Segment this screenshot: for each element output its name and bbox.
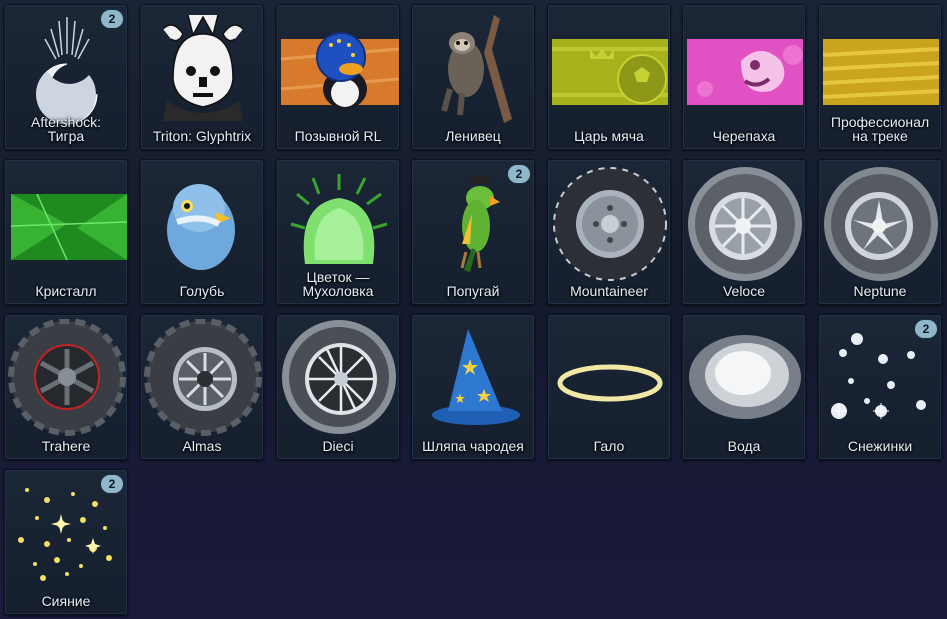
flytrap-topper-icon bbox=[279, 164, 399, 282]
item-name: Гало bbox=[593, 438, 625, 454]
wheel-dieci-icon bbox=[279, 319, 399, 437]
item-tile-rl-callsign[interactable]: Позывной RL bbox=[276, 4, 400, 150]
item-name: Цветок — Мухоловка bbox=[302, 269, 374, 299]
wheel-veloce-icon bbox=[685, 164, 805, 282]
wheel-trahere-icon bbox=[7, 319, 127, 437]
item-tile-water[interactable]: Вода bbox=[682, 314, 806, 460]
item-name: Вода bbox=[727, 438, 761, 454]
item-name: Голубь bbox=[179, 283, 225, 299]
item-name: Профессионал на треке bbox=[830, 114, 930, 144]
sloth-topper-icon bbox=[414, 9, 534, 127]
item-tile-halo[interactable]: Гало bbox=[547, 314, 671, 460]
item-tile-triton-glyphtrix[interactable]: Triton: Glyphtrix bbox=[140, 4, 264, 150]
track-pro-banner-icon bbox=[821, 9, 941, 127]
quantity-badge: 2 bbox=[508, 165, 530, 183]
wheel-almas-icon bbox=[143, 319, 263, 437]
wheel-mountaineer-icon bbox=[550, 164, 670, 282]
item-name: Dieci bbox=[322, 438, 354, 454]
item-tile-aftershock[interactable]: 2 Aftershock: Тигра bbox=[4, 4, 128, 150]
item-tile-pigeon[interactable]: Голубь bbox=[140, 159, 264, 305]
halo-icon bbox=[550, 319, 670, 437]
item-tile-almas[interactable]: Almas bbox=[140, 314, 264, 460]
item-name: Сияние bbox=[41, 593, 91, 609]
item-name: Попугай bbox=[446, 283, 500, 299]
item-name: Almas bbox=[182, 438, 222, 454]
turtle-banner-icon bbox=[685, 9, 805, 127]
item-tile-dieci[interactable]: Dieci bbox=[276, 314, 400, 460]
item-name: Шляпа чародея bbox=[422, 438, 524, 454]
item-name: Triton: Glyphtrix bbox=[152, 128, 252, 144]
item-name: Кристалл bbox=[35, 283, 97, 299]
item-name: Ленивец bbox=[445, 128, 501, 144]
item-name: Veloce bbox=[722, 283, 766, 299]
item-tile-parrot[interactable]: 2 Попугай bbox=[411, 159, 535, 305]
pigeon-topper-icon bbox=[143, 164, 263, 282]
inventory-grid: 2 Aftershock: Тигра Triton: Glyphtrix По… bbox=[0, 0, 947, 619]
wheel-neptune-icon bbox=[821, 164, 941, 282]
item-tile-flytrap[interactable]: Цветок — Мухоловка bbox=[276, 159, 400, 305]
item-tile-snowflakes[interactable]: 2 Снежинки bbox=[818, 314, 942, 460]
water-boost-icon bbox=[685, 319, 805, 437]
item-tile-ball-king[interactable]: Царь мяча bbox=[547, 4, 671, 150]
item-tile-trahere[interactable]: Trahere bbox=[4, 314, 128, 460]
item-name: Mountaineer bbox=[570, 283, 648, 299]
item-name: Черепаха bbox=[712, 128, 776, 144]
triton-glyphtrix-icon bbox=[143, 9, 263, 127]
item-tile-sloth[interactable]: Ленивец bbox=[411, 4, 535, 150]
item-name: Neptune bbox=[853, 283, 907, 299]
quantity-badge: 2 bbox=[915, 320, 937, 338]
item-name: Позывной RL bbox=[294, 128, 382, 144]
wizard-hat-icon bbox=[414, 319, 534, 437]
item-tile-veloce[interactable]: Veloce bbox=[682, 159, 806, 305]
crystal-banner-icon bbox=[7, 164, 127, 282]
item-tile-wizard-hat[interactable]: Шляпа чародея bbox=[411, 314, 535, 460]
item-tile-sparkle[interactable]: 2 Сияние bbox=[4, 469, 128, 615]
penguin-banner-icon bbox=[279, 9, 399, 127]
item-tile-neptune[interactable]: Neptune bbox=[818, 159, 942, 305]
quantity-badge: 2 bbox=[101, 475, 123, 493]
item-name: Trahere bbox=[41, 438, 91, 454]
item-tile-mountaineer[interactable]: Mountaineer bbox=[547, 159, 671, 305]
item-name: Царь мяча bbox=[574, 128, 644, 144]
item-tile-track-pro[interactable]: Профессионал на треке bbox=[818, 4, 942, 150]
item-tile-crystal[interactable]: Кристалл bbox=[4, 159, 128, 305]
item-tile-turtle[interactable]: Черепаха bbox=[682, 4, 806, 150]
item-name: Снежинки bbox=[847, 438, 913, 454]
quantity-badge: 2 bbox=[101, 10, 123, 28]
item-name: Aftershock: Тигра bbox=[30, 114, 102, 144]
ball-king-banner-icon bbox=[550, 9, 670, 127]
